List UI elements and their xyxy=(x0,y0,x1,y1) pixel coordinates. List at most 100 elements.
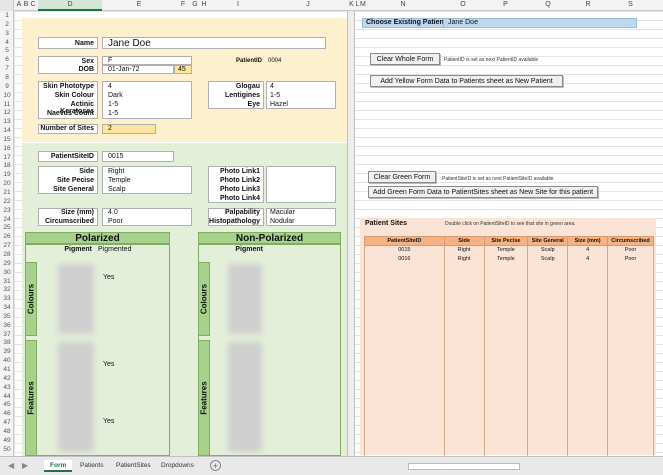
row-number[interactable]: 29 xyxy=(0,260,14,267)
row-number[interactable]: 4 xyxy=(0,39,14,46)
col-H[interactable]: H xyxy=(200,1,208,8)
row-number[interactable]: 12 xyxy=(0,109,14,116)
row-number[interactable]: 31 xyxy=(0,278,14,285)
size-value-cell[interactable]: 4.0 Poor xyxy=(102,208,192,226)
patient-dropdown[interactable]: Jane Doe xyxy=(443,18,637,28)
th-general[interactable]: Site General xyxy=(527,236,569,246)
horizontal-scrollbar[interactable] xyxy=(408,463,520,470)
glogau-value-cell[interactable]: 4 1-5 Hazel xyxy=(266,81,336,109)
photo-link-3[interactable]: Photo Link3 xyxy=(220,186,260,193)
row-number[interactable]: 22 xyxy=(0,198,14,205)
site-value-cell[interactable]: Right Temple Scalp xyxy=(102,166,192,194)
col-O[interactable]: O xyxy=(443,1,483,8)
row-number[interactable]: 17 xyxy=(0,154,14,161)
row-number[interactable]: 11 xyxy=(0,101,14,108)
row-number[interactable]: 6 xyxy=(0,56,14,63)
table-row[interactable]: 0015 Right Temple Scalp 4 Poor xyxy=(364,245,654,255)
col-I[interactable]: I xyxy=(208,1,268,8)
col-G[interactable]: G xyxy=(190,1,200,8)
th-precise[interactable]: Site Pecise xyxy=(483,236,529,246)
clear-whole-form-button[interactable]: Clear Whole Form xyxy=(370,53,440,65)
col-D[interactable]: D xyxy=(38,0,102,11)
row-number[interactable]: 10 xyxy=(0,92,14,99)
tab-dropdowns[interactable]: Dropdowns xyxy=(155,460,200,472)
row-number[interactable]: 14 xyxy=(0,127,14,134)
select-all-corner[interactable] xyxy=(0,0,14,11)
row-number[interactable]: 16 xyxy=(0,145,14,152)
skin-value-cell[interactable]: 4 Dark 1-5 1-5 xyxy=(102,81,192,119)
col-B[interactable]: B xyxy=(23,1,29,8)
cell-sitepid[interactable]: 0015 xyxy=(364,245,445,255)
photo-link-1[interactable]: Photo Link1 xyxy=(220,168,260,175)
row-number[interactable]: 40 xyxy=(0,357,14,364)
row-number[interactable]: 8 xyxy=(0,74,14,81)
row-number[interactable]: 13 xyxy=(0,118,14,125)
dob-cell[interactable]: 01-Jan-72 xyxy=(102,65,174,74)
tab-patientsites[interactable]: PatientSites xyxy=(110,460,157,472)
photo-link-4[interactable]: Photo Link4 xyxy=(220,195,260,202)
clear-green-form-button[interactable]: Clear Green Form xyxy=(368,171,436,183)
row-number[interactable]: 48 xyxy=(0,428,14,435)
row-number[interactable]: 15 xyxy=(0,136,14,143)
row-number[interactable]: 33 xyxy=(0,295,14,302)
col-A[interactable]: A xyxy=(16,1,22,8)
row-number[interactable]: 41 xyxy=(0,366,14,373)
table-row[interactable]: 0016 Right Temple Scalp 4 Poor xyxy=(364,254,654,264)
row-number[interactable]: 18 xyxy=(0,162,14,169)
col-F[interactable]: F xyxy=(176,1,190,8)
tab-scroll-left-icon[interactable]: ◀ xyxy=(8,461,14,470)
row-number[interactable]: 36 xyxy=(0,322,14,329)
row-number[interactable]: 42 xyxy=(0,375,14,382)
row-number[interactable]: 34 xyxy=(0,304,14,311)
row-number[interactable]: 2 xyxy=(0,21,14,28)
row-number[interactable]: 24 xyxy=(0,216,14,223)
sex-cell[interactable]: F xyxy=(102,56,192,65)
row-number[interactable]: 43 xyxy=(0,384,14,391)
col-C[interactable]: C xyxy=(30,1,36,8)
th-circ[interactable]: Circumscribed xyxy=(607,236,654,246)
row-number[interactable]: 21 xyxy=(0,189,14,196)
col-Q[interactable]: Q xyxy=(528,1,568,8)
col-P[interactable]: P xyxy=(483,1,528,8)
row-number[interactable]: 45 xyxy=(0,401,14,408)
add-site-button[interactable]: Add Green Form Data to PatientSites shee… xyxy=(368,186,598,198)
row-number[interactable]: 39 xyxy=(0,348,14,355)
tab-patients[interactable]: Patients xyxy=(74,460,110,472)
polarized-pigment-value[interactable]: Pigmented xyxy=(98,246,131,253)
row-number[interactable]: 26 xyxy=(0,233,14,240)
polarized-yes-3[interactable]: Yes xyxy=(103,418,114,425)
tab-form[interactable]: Form xyxy=(44,460,73,472)
row-number[interactable]: 1 xyxy=(0,12,14,19)
row-number[interactable]: 46 xyxy=(0,410,14,417)
row-number[interactable]: 37 xyxy=(0,331,14,338)
row-number[interactable]: 50 xyxy=(0,446,14,453)
row-number[interactable]: 20 xyxy=(0,180,14,187)
row-number[interactable]: 5 xyxy=(0,47,14,54)
row-number[interactable]: 3 xyxy=(0,30,14,37)
th-size[interactable]: Size (mm) xyxy=(567,236,608,246)
photo-link-2[interactable]: Photo Link2 xyxy=(220,177,260,184)
row-number[interactable]: 25 xyxy=(0,224,14,231)
row-number[interactable]: 9 xyxy=(0,83,14,90)
add-patient-button[interactable]: Add Yellow Form Data to Patients sheet a… xyxy=(370,75,563,87)
row-number[interactable]: 23 xyxy=(0,207,14,214)
col-K[interactable]: K xyxy=(348,1,355,8)
row-number[interactable]: 49 xyxy=(0,437,14,444)
col-N[interactable]: N xyxy=(363,1,443,8)
col-J[interactable]: J xyxy=(268,1,348,8)
row-number[interactable]: 19 xyxy=(0,171,14,178)
row-number[interactable]: 32 xyxy=(0,286,14,293)
palp-value-cell[interactable]: Macular Nodular xyxy=(266,208,336,226)
row-number[interactable]: 47 xyxy=(0,419,14,426)
tab-scroll-right-icon[interactable]: ▶ xyxy=(22,461,28,470)
polarized-yes-2[interactable]: Yes xyxy=(103,361,114,368)
th-sitepid[interactable]: PatientSiteID xyxy=(364,236,445,246)
name-cell[interactable]: Jane Doe xyxy=(102,37,326,49)
col-R[interactable]: R xyxy=(568,1,608,8)
th-side[interactable]: Side xyxy=(443,236,485,246)
row-number[interactable]: 28 xyxy=(0,251,14,258)
cell-sitepid[interactable]: 0016 xyxy=(364,254,445,264)
polarized-yes-1[interactable]: Yes xyxy=(103,274,114,281)
row-number[interactable]: 7 xyxy=(0,65,14,72)
row-number[interactable]: 27 xyxy=(0,242,14,249)
